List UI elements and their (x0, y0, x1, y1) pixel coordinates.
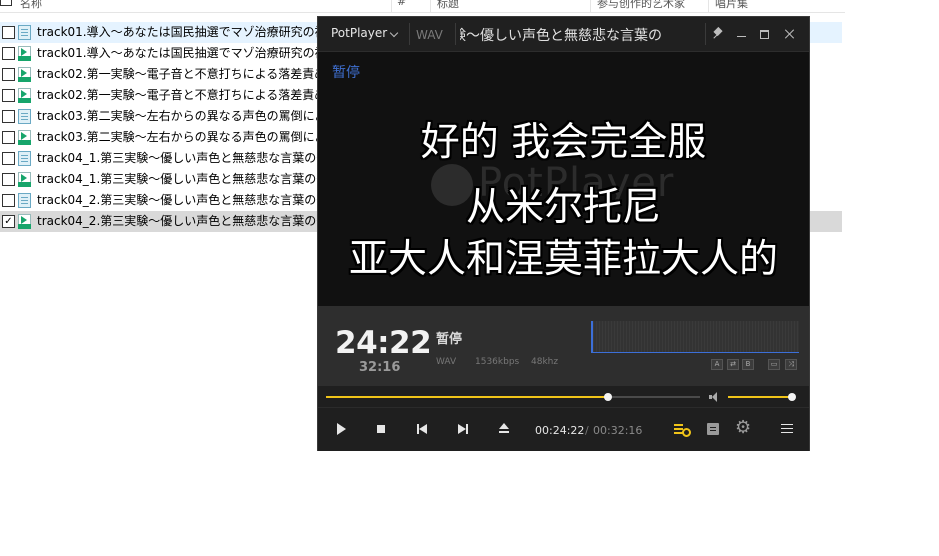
next-icon[interactable] (452, 418, 474, 440)
previous-icon[interactable] (411, 418, 433, 440)
file-name[interactable]: track03.第二実験～左右からの異なる声色の罵倒による (37, 127, 338, 148)
row-checkbox[interactable] (2, 110, 15, 123)
maximize-icon[interactable] (757, 26, 773, 42)
time-separator: / (585, 424, 589, 437)
volume-thumb[interactable] (788, 393, 796, 401)
column-number[interactable]: # (397, 0, 406, 8)
file-name[interactable]: track04_1.第三実験～優しい声色と無慈悲な言葉の落差 (37, 169, 340, 190)
row-checkbox[interactable] (2, 26, 15, 39)
ab-repeat-a-button[interactable]: A (711, 359, 723, 370)
title-bar[interactable]: PotPlayer WAV 験～優しい声色と無慈悲な言葉の (318, 17, 809, 52)
seek-progress (326, 396, 609, 398)
seek-thumb[interactable] (604, 393, 613, 401)
wav-file-icon (18, 214, 31, 229)
volume-slider[interactable] (728, 393, 796, 401)
meta-samplerate: 48khz (531, 357, 559, 367)
meta-bitrate: 1536kbps (475, 357, 520, 367)
row-checkbox[interactable] (2, 173, 15, 186)
column-separator (590, 0, 591, 12)
spectrum-visualizer (591, 321, 799, 353)
title-divider (455, 23, 456, 45)
current-time: 00:24:22 (535, 424, 585, 437)
wav-file-icon (18, 67, 31, 82)
playlist-search-icon[interactable] (670, 418, 692, 440)
subtitle-line-2: 从米尔托尼 (465, 185, 661, 230)
app-menu-button[interactable]: PotPlayer (331, 26, 387, 40)
row-checkbox[interactable] (2, 131, 15, 144)
file-name[interactable]: track04_2.第三実験～優しい声色と無慈悲な言葉の落差 (37, 211, 340, 232)
column-header: 名称 # 标题 参与创作的艺术家 唱片集 (0, 0, 845, 13)
potplayer-window: PotPlayer WAV 験～優しい声色と無慈悲な言葉の 暂停 PotPlay… (317, 16, 810, 451)
column-album[interactable]: 唱片集 (715, 0, 748, 11)
row-checkbox[interactable]: ✓ (2, 215, 15, 228)
row-checkbox[interactable] (2, 68, 15, 81)
document-file-icon (18, 25, 31, 40)
subtitle-line-3: 亚大人和涅莫菲拉大人的 (348, 237, 778, 282)
title-divider (705, 23, 706, 45)
column-artist[interactable]: 参与创作的艺术家 (597, 0, 685, 11)
row-checkbox[interactable] (2, 194, 15, 207)
document-file-icon (18, 193, 31, 208)
format-label: WAV (416, 28, 443, 42)
video-area[interactable]: 暂停 PotPlayer 好的 我会完全服 从米尔托尼 亚大人和涅莫菲拉大人的 (318, 52, 809, 306)
seek-bar-area (318, 386, 809, 407)
wav-file-icon (18, 172, 31, 187)
title-divider (409, 23, 410, 45)
control-bar: 00:24:22 / 00:32:16 (318, 407, 809, 451)
volume-icon[interactable] (709, 391, 721, 403)
chevron-down-icon[interactable] (389, 28, 399, 38)
file-name[interactable]: track02.第一実験～電子音と不意打ちによる落差責め (37, 85, 326, 106)
osd-status: 暂停 (332, 65, 360, 81)
file-name[interactable]: track04_1.第三実験～優しい声色と無慈悲な言葉の落差 (37, 148, 340, 169)
elapsed-time-large: 24:22 (335, 325, 432, 361)
wav-file-icon (18, 46, 31, 61)
pin-icon[interactable] (710, 26, 726, 42)
row-checkbox[interactable] (2, 47, 15, 60)
column-title[interactable]: 标题 (437, 0, 459, 11)
seek-bar[interactable] (326, 393, 700, 401)
column-name[interactable]: 名称 (20, 0, 42, 11)
menu-icon[interactable] (776, 418, 798, 440)
minimize-icon[interactable] (734, 26, 750, 42)
wav-file-icon (18, 130, 31, 145)
total-time-small: 32:16 (359, 360, 401, 375)
row-checkbox[interactable] (2, 152, 15, 165)
row-checkbox[interactable] (2, 89, 15, 102)
info-panel: 24:22 32:16 暂停 WAV 1536kbps 48khz A ⇄ B … (318, 306, 809, 386)
file-name[interactable]: track04_2.第三実験～優しい声色と無慈悲な言葉の落差 (37, 190, 340, 211)
volume-level (728, 396, 792, 398)
file-name[interactable]: track03.第二実験～左右からの異なる声色の罵倒による (37, 106, 338, 127)
ab-repeat-toggle-button[interactable]: ⇄ (727, 359, 739, 370)
play-icon[interactable] (330, 418, 352, 440)
wav-file-icon (18, 88, 31, 103)
close-icon[interactable] (782, 26, 798, 42)
gear-icon[interactable] (732, 417, 754, 440)
shuffle-button[interactable]: ⤨ (785, 359, 797, 370)
document-file-icon (18, 151, 31, 166)
column-separator (708, 0, 709, 12)
eject-icon[interactable] (493, 418, 515, 440)
file-name[interactable]: track02.第一実験～電子音と不意打ちによる落差責め (37, 64, 326, 85)
meta-format: WAV (436, 357, 457, 367)
document-file-icon (18, 109, 31, 124)
column-separator (391, 0, 392, 12)
playback-status: 暂停 (436, 332, 463, 347)
repeat-mode-button[interactable]: ▭ (768, 359, 780, 370)
media-title: 験～優しい声色と無慈悲な言葉の (460, 28, 662, 44)
select-all-checkbox[interactable] (0, 0, 12, 6)
subtitle-line-1: 好的 我会完全服 (420, 120, 707, 165)
column-separator (430, 0, 431, 12)
stop-icon[interactable] (370, 418, 392, 440)
total-time: 00:32:16 (593, 424, 643, 437)
info-icon[interactable] (702, 418, 724, 440)
ab-repeat-b-button[interactable]: B (742, 359, 754, 370)
